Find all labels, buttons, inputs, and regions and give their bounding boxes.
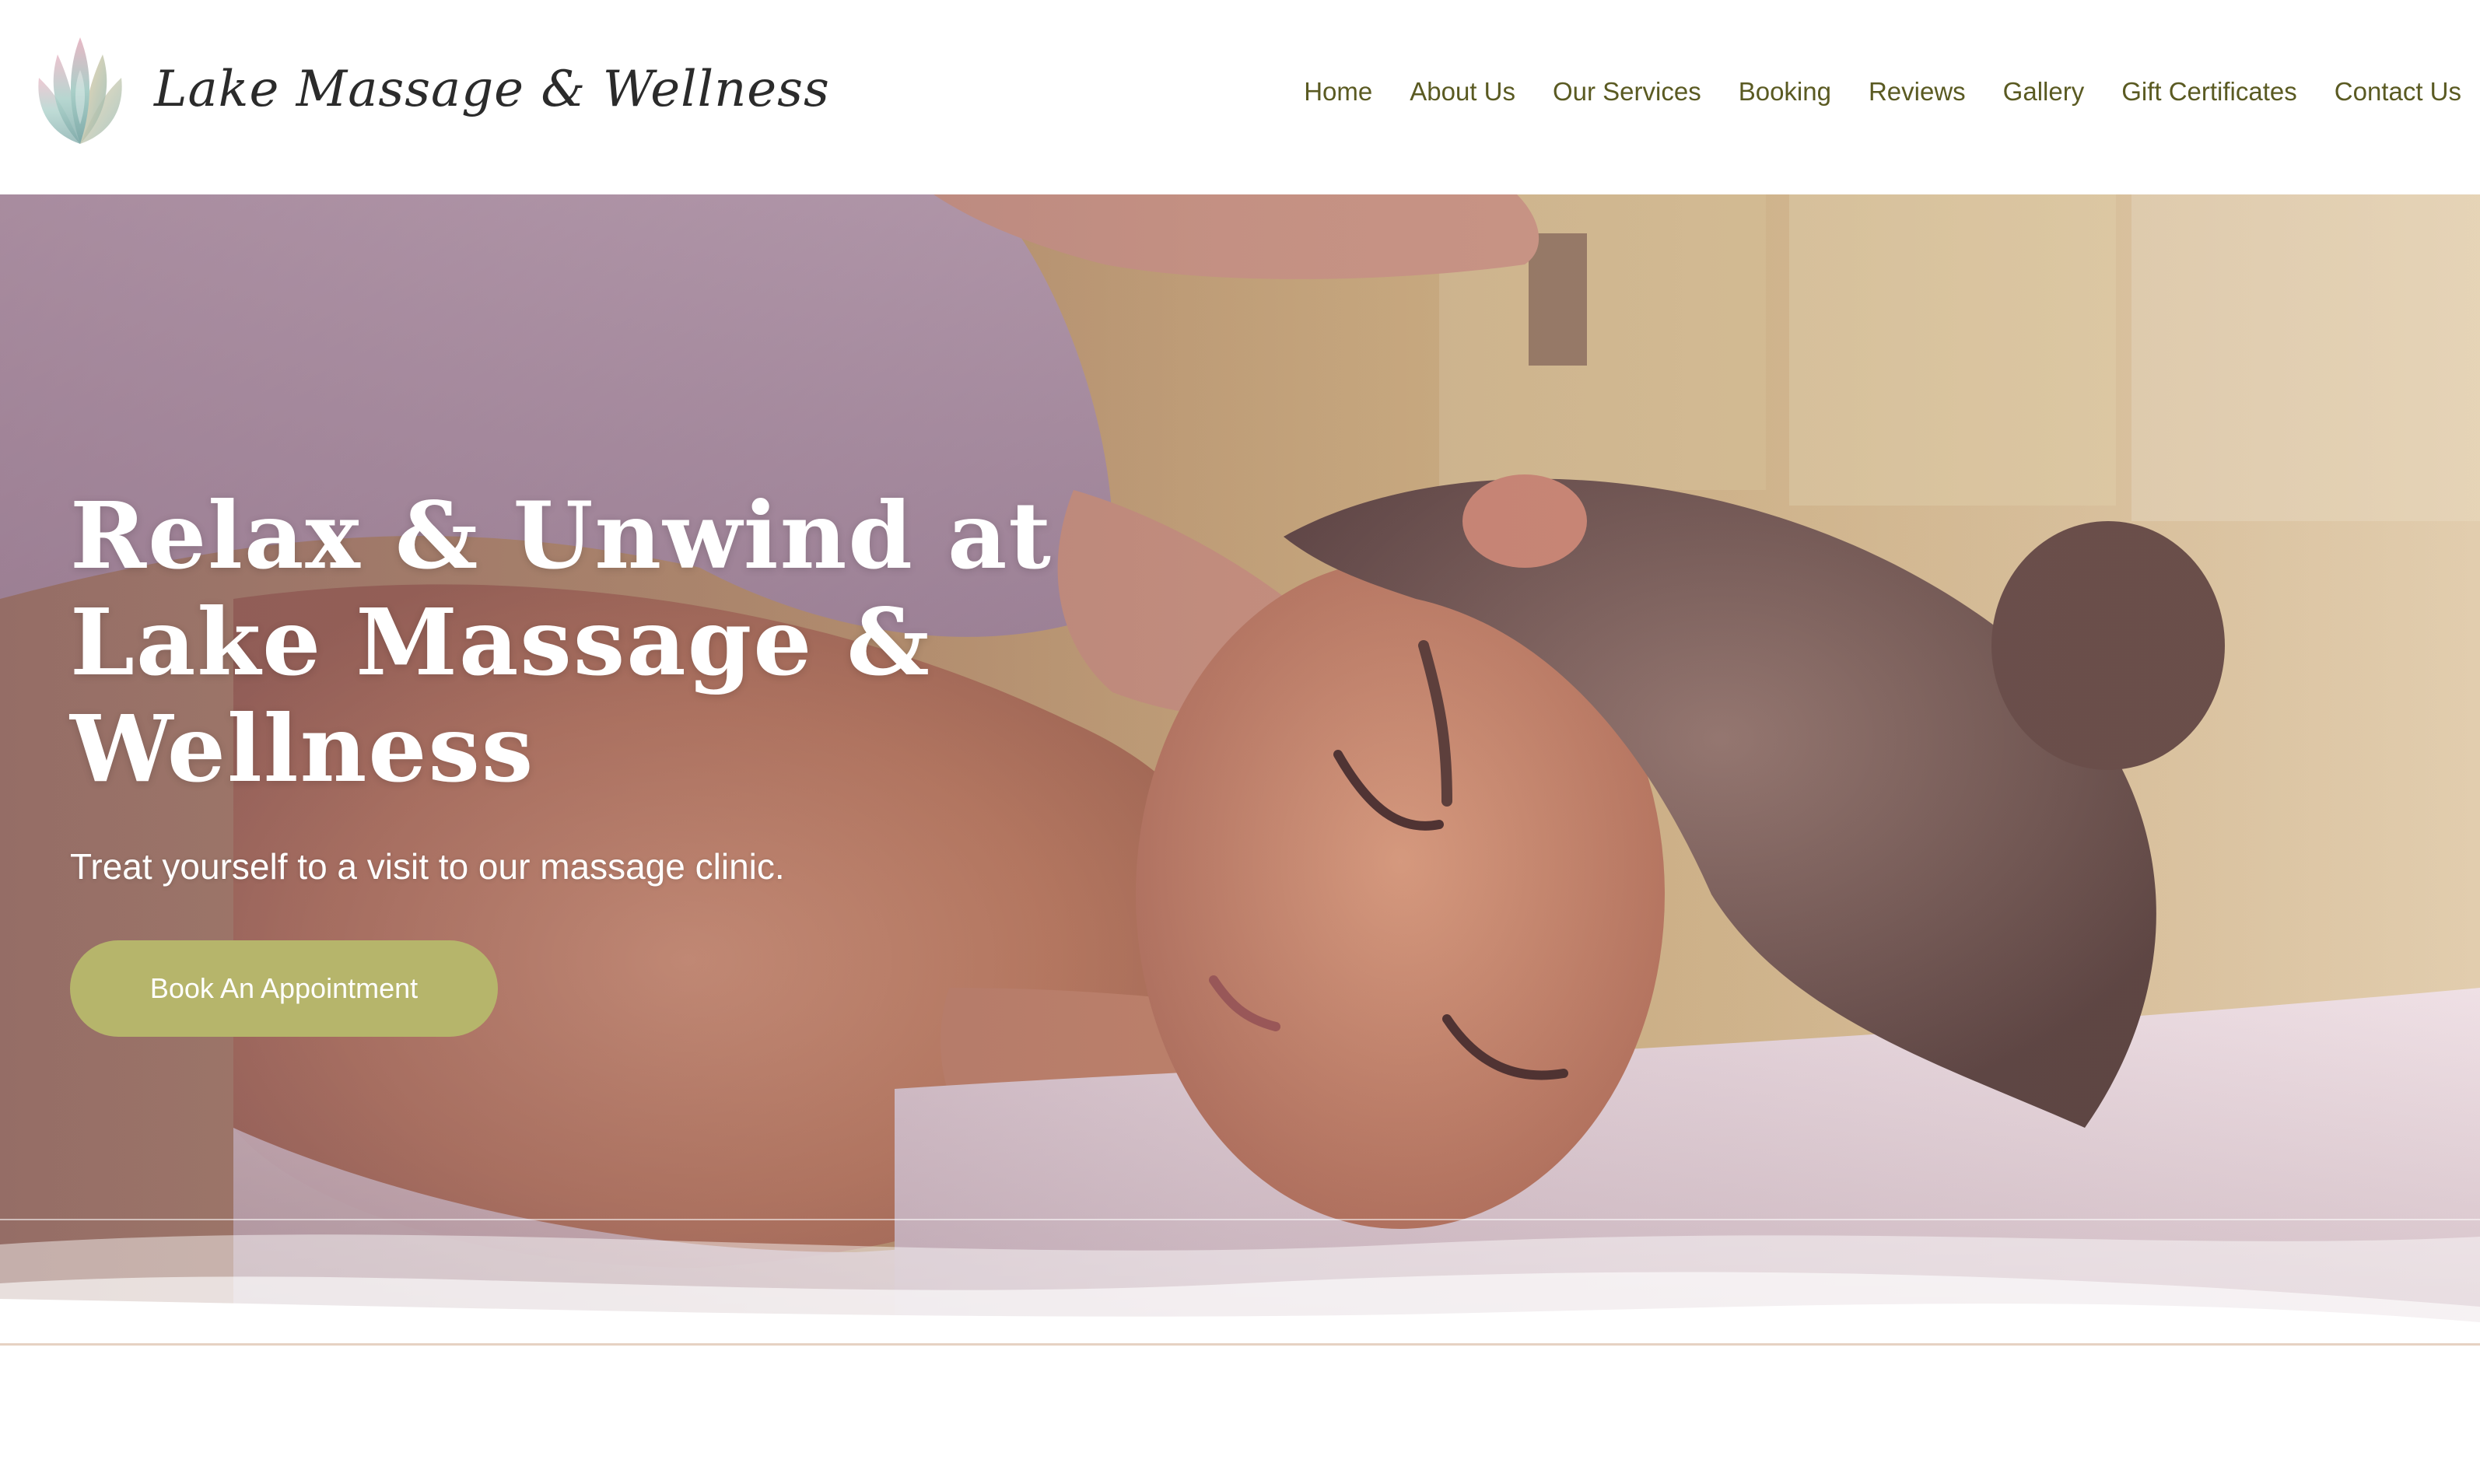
nav-item-reviews[interactable]: Reviews	[1869, 77, 1966, 107]
hero-content: Relax & Unwind at Lake Massage & Wellnes…	[70, 482, 1237, 1037]
logo-link[interactable]: Lake Massage & Wellness	[31, 31, 830, 148]
main-nav: Home About Us Our Services Booking Revie…	[1304, 0, 2461, 184]
hero-section: Relax & Unwind at Lake Massage & Wellnes…	[0, 194, 2480, 1346]
nav-item-contact-us[interactable]: Contact Us	[2335, 77, 2461, 107]
lotus-icon	[38, 37, 122, 144]
nav-item-booking[interactable]: Booking	[1739, 77, 1831, 107]
hero-wave-divider	[0, 1219, 2480, 1346]
nav-item-our-services[interactable]: Our Services	[1553, 77, 1701, 107]
nav-item-gallery[interactable]: Gallery	[2003, 77, 2085, 107]
hero-subtitle: Treat yourself to a visit to our massage…	[70, 846, 785, 887]
site-header: Lake Massage & Wellness Home About Us Ou…	[0, 0, 2480, 194]
nav-item-gift-certificates[interactable]: Gift Certificates	[2121, 77, 2297, 107]
hero-bottom-border	[0, 1343, 2480, 1346]
book-appointment-button[interactable]: Book An Appointment	[70, 940, 498, 1037]
nav-item-home[interactable]: Home	[1304, 77, 1372, 107]
nav-item-about-us[interactable]: About Us	[1410, 77, 1515, 107]
brand-name: Lake Massage & Wellness	[154, 61, 830, 118]
hero-title: Relax & Unwind at Lake Massage & Wellnes…	[70, 481, 1053, 803]
